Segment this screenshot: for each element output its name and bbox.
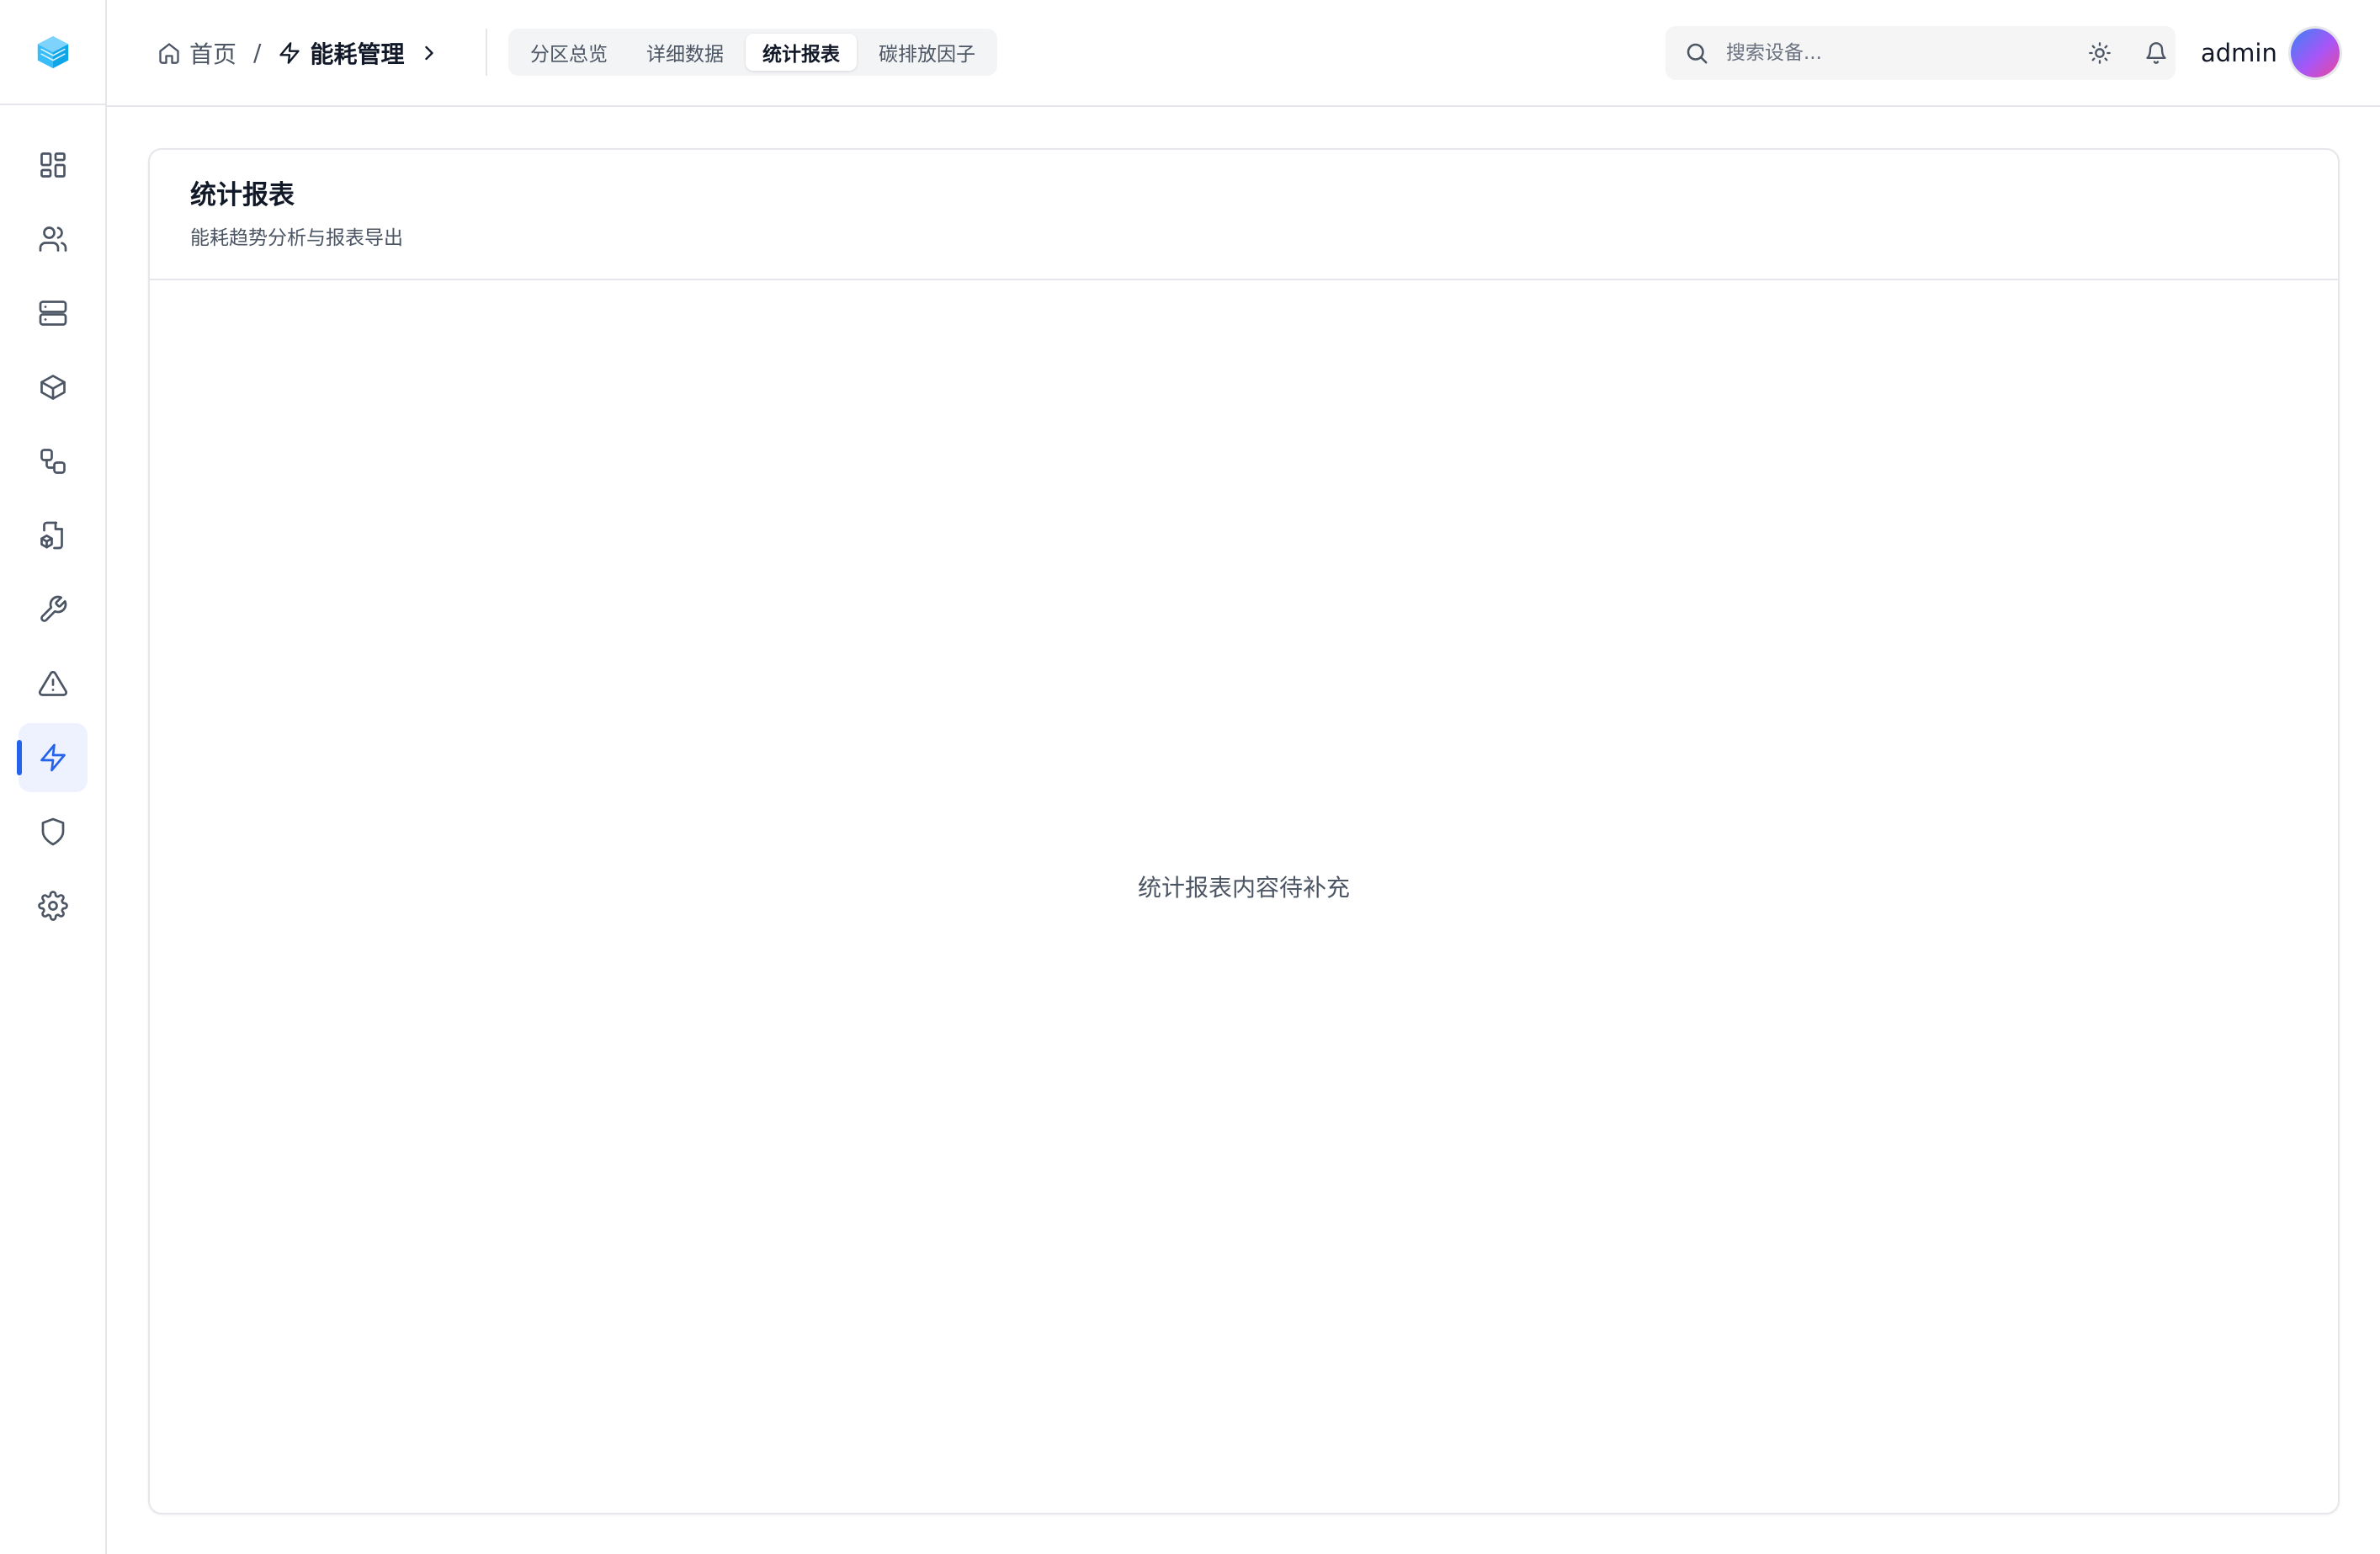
empty-placeholder-text: 统计报表内容待补充 <box>1137 874 1350 902</box>
page-subtitle: 能耗趋势分析与报表导出 <box>190 227 403 250</box>
app-logo[interactable] <box>0 0 105 105</box>
sidebar-item-assets[interactable] <box>19 353 88 422</box>
sidebar-item-workflow[interactable] <box>19 427 88 496</box>
workflow-icon <box>40 449 66 474</box>
header-divider <box>486 29 487 76</box>
search-icon <box>1687 43 1708 64</box>
sidebar-item-settings[interactable] <box>19 871 88 940</box>
server-icon <box>39 301 67 326</box>
tab-statistics-report[interactable]: 统计报表 <box>746 34 857 71</box>
breadcrumb-current[interactable]: 能耗管理 <box>278 36 441 70</box>
dashboard-icon <box>40 152 66 178</box>
sidebar-item-dashboard[interactable] <box>19 130 88 200</box>
report-card: 统计报表 能耗趋势分析与报表导出 统计报表内容待补充 <box>148 148 2340 1514</box>
breadcrumb-home-label: 首页 <box>189 40 237 68</box>
page-title: 统计报表 <box>190 180 295 210</box>
breadcrumb-current-label: 能耗管理 <box>310 40 405 68</box>
sub-tabs: 分区总览 详细数据 统计报表 碳排放因子 <box>508 29 997 76</box>
sidebar <box>0 0 107 1554</box>
box-icon <box>40 375 66 400</box>
sidebar-item-servers[interactable] <box>19 279 88 348</box>
avatar <box>2290 29 2340 77</box>
breadcrumb: 首页 / 能耗管理 <box>157 0 441 105</box>
card-body: 统计报表内容待补充 <box>150 280 2338 1513</box>
settings-icon <box>38 891 68 921</box>
sidebar-item-energy[interactable] <box>17 723 88 792</box>
sidebar-item-files[interactable] <box>19 501 88 570</box>
alert-triangle-icon <box>39 671 67 696</box>
tab-detail-data[interactable]: 详细数据 <box>630 34 741 71</box>
shield-icon <box>41 817 65 846</box>
bell-icon <box>2146 42 2166 64</box>
tab-zone-overview[interactable]: 分区总览 <box>513 34 624 71</box>
sidebar-item-security[interactable] <box>19 797 88 866</box>
cube-logo-icon <box>37 35 68 68</box>
chevron-right-icon <box>425 45 434 60</box>
top-header: 首页 / 能耗管理 分区总览 详细数据 统计报表 碳排放因子 admin <box>107 0 2380 107</box>
notifications-button[interactable] <box>2135 32 2177 74</box>
sidebar-item-alarms[interactable] <box>19 649 88 718</box>
wrench-icon <box>40 595 67 622</box>
sidebar-nav <box>0 130 105 945</box>
file-box-icon <box>40 521 63 550</box>
breadcrumb-home[interactable]: 首页 <box>157 36 236 70</box>
home-icon <box>159 42 179 64</box>
zap-icon <box>279 41 300 64</box>
user-menu[interactable]: admin <box>2201 26 2340 80</box>
sun-icon <box>2089 42 2111 64</box>
theme-toggle-button[interactable] <box>2079 32 2121 74</box>
breadcrumb-separator: / <box>253 39 262 67</box>
sidebar-item-maintenance[interactable] <box>19 575 88 644</box>
card-header: 统计报表 能耗趋势分析与报表导出 <box>150 150 2338 280</box>
zap-icon <box>40 743 66 772</box>
tab-carbon-factor[interactable]: 碳排放因子 <box>862 34 992 71</box>
sidebar-item-users[interactable] <box>19 205 88 274</box>
username: admin <box>2201 39 2277 67</box>
users-icon <box>39 226 67 252</box>
